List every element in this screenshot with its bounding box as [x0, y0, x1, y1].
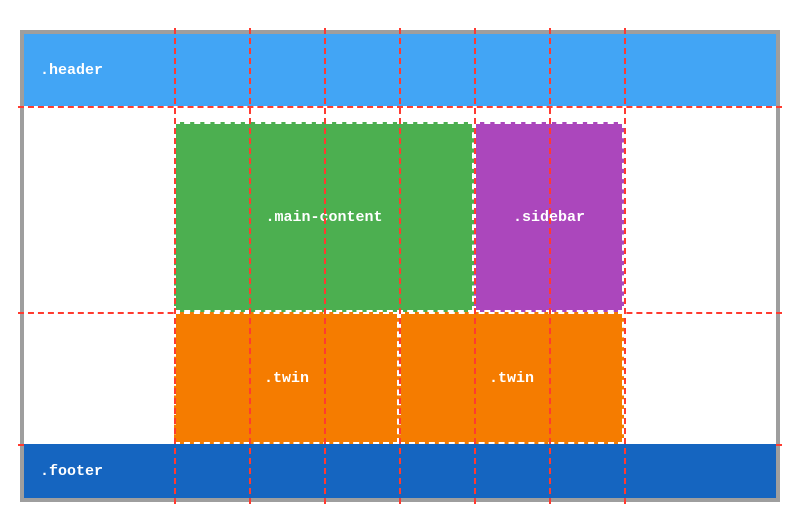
- col-guide-5: [474, 28, 476, 504]
- col-guide-2: [249, 28, 251, 504]
- header-label: .header: [40, 62, 103, 79]
- col-guide-3: [324, 28, 326, 504]
- grid-diagram: .header .main-content .sidebar .twin .tw…: [20, 30, 780, 502]
- footer-label: .footer: [40, 463, 103, 480]
- col-guide-6: [549, 28, 551, 504]
- twin-block-1: .twin: [174, 312, 399, 444]
- twin-block-2: .twin: [399, 312, 624, 444]
- twin-label-1: .twin: [264, 370, 309, 387]
- col-guide-4: [399, 28, 401, 504]
- col-guide-1: [174, 28, 176, 504]
- col-guide-7: [624, 28, 626, 504]
- twin-label-2: .twin: [489, 370, 534, 387]
